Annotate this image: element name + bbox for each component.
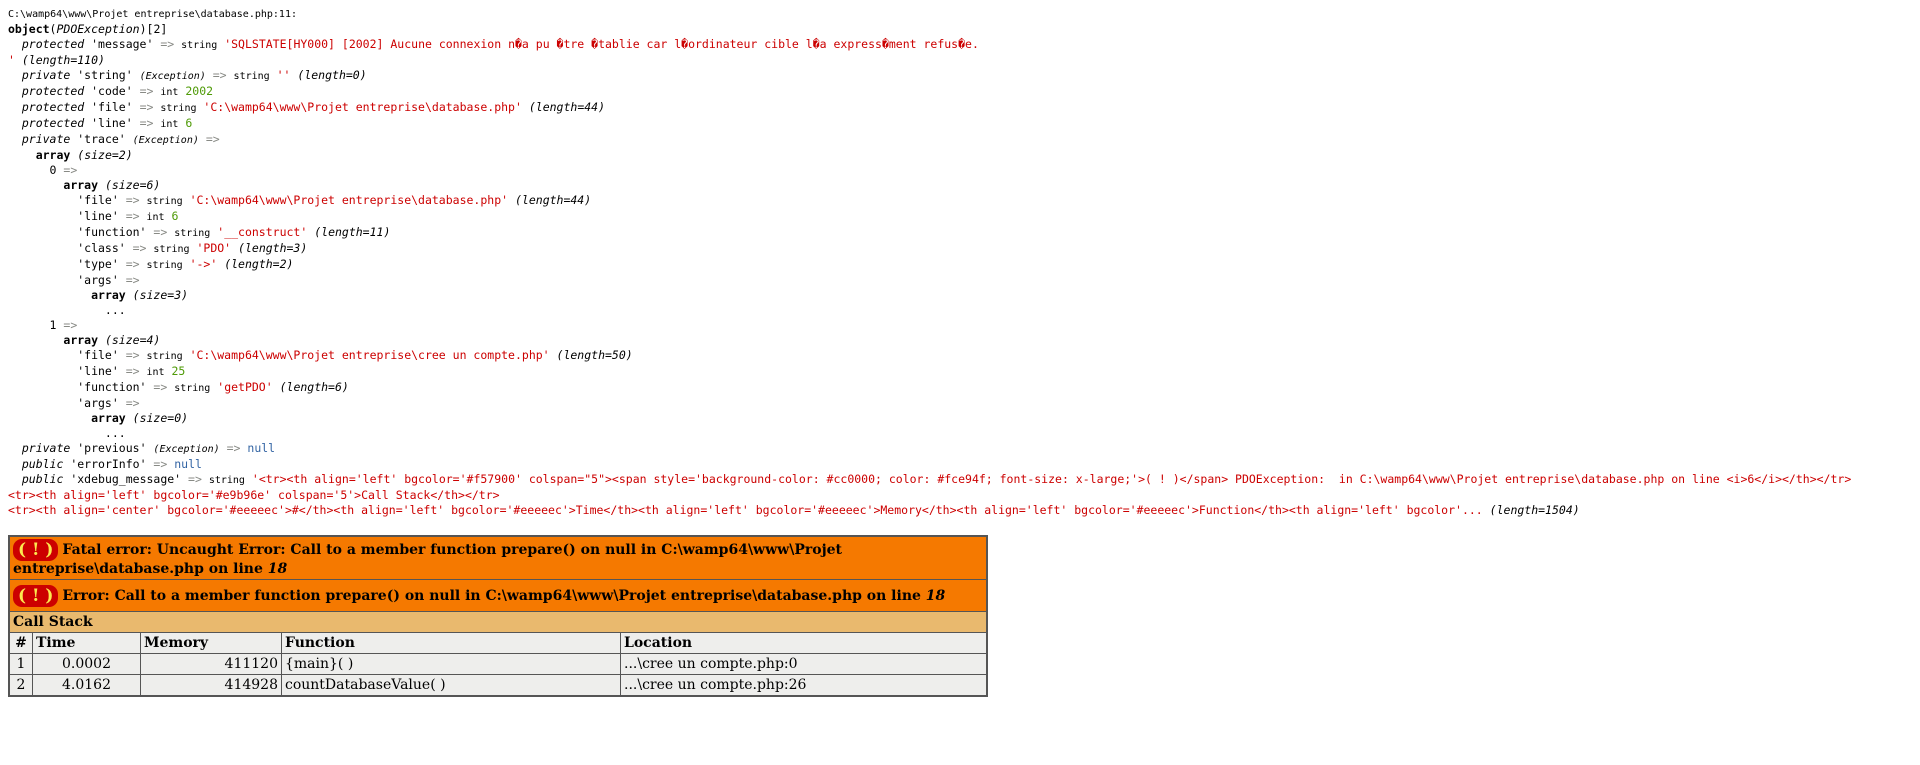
fatal-error-text: Fatal error: Uncaught Error: Call to a m… (13, 542, 843, 577)
row-function: {main}( ) (281, 653, 621, 675)
col-header-time: Time (32, 632, 141, 654)
dump-message-value: 'SQLSTATE[HY000] [2002] Aucune connexion… (224, 37, 979, 51)
dump-object-keyword: object (8, 22, 50, 36)
row-memory: 411120 (140, 653, 282, 675)
dump-file-value: 'C:\wamp64\www\Projet entreprise\databas… (203, 100, 522, 114)
dump-code-value: 2002 (185, 84, 214, 98)
row-number: 2 (8, 674, 33, 697)
xdebug-error-table: ( ! ) Fatal error: Uncaught Error: Call t… (8, 535, 988, 697)
warning-icon: ( ! ) (13, 584, 59, 607)
row-number: 1 (8, 653, 33, 675)
call-stack-heading: Call Stack (8, 611, 988, 633)
dump-line-value: 6 (185, 116, 193, 130)
col-header-number: # (8, 632, 33, 654)
error-line: 18 (925, 587, 946, 604)
fatal-error-row: ( ! ) Fatal error: Uncaught Error: Call t… (8, 535, 988, 580)
dump-xdebug-line2: <tr><th align='left' bgcolor='#e9b96e' c… (8, 488, 500, 502)
col-header-location: Location (620, 632, 988, 654)
row-location: ...\cree un compte.php:0 (620, 653, 988, 675)
row-location: ...\cree un compte.php:26 (620, 674, 988, 697)
table-row: 1 0.0002 411120 {main}( ) ...\cree un co… (8, 653, 988, 675)
dump-object-count: [2] (146, 22, 168, 36)
dump-object-type: PDOException (56, 22, 140, 36)
dump-xdebug-line3: <tr><th align='center' bgcolor='#eeeeec'… (8, 503, 1483, 517)
call-stack-header-row: # Time Memory Function Location (8, 632, 988, 654)
row-time: 0.0002 (32, 653, 141, 675)
row-memory: 414928 (140, 674, 282, 697)
call-stack-heading-row: Call Stack (8, 611, 988, 633)
var-dump-output: C:\wamp64\www\Projet entreprise\database… (8, 9, 1852, 517)
col-header-memory: Memory (140, 632, 282, 654)
row-time: 4.0162 (32, 674, 141, 697)
error-row: ( ! ) Error: Call to a member function pr… (8, 579, 988, 612)
dump-location: C:\wamp64\www\Projet entreprise\database… (8, 9, 297, 20)
fatal-error-line: 18 (267, 561, 288, 577)
table-row: 2 4.0162 414928 countDatabaseValue( ) ..… (8, 674, 988, 697)
dump-xdebug-line1: '<tr><th align='left' bgcolor='#f57900' … (251, 472, 1852, 486)
error-text: Error: Call to a member function prepare… (62, 587, 926, 604)
col-header-function: Function (281, 632, 621, 654)
row-function: countDatabaseValue( ) (281, 674, 621, 697)
warning-icon: ( ! ) (13, 539, 59, 561)
